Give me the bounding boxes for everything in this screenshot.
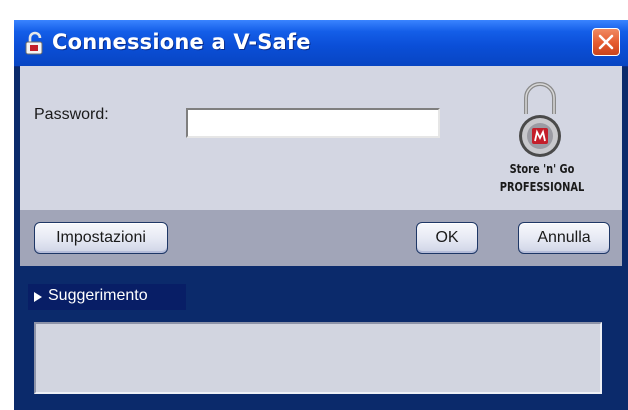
- cancel-button[interactable]: Annulla: [518, 222, 610, 254]
- ok-button[interactable]: OK: [416, 222, 478, 254]
- window-title: Connessione a V-Safe: [52, 30, 311, 54]
- brand-name: Store 'n' Go: [509, 162, 575, 176]
- settings-button[interactable]: Impostazioni: [34, 222, 168, 254]
- button-bar: Impostazioni OK Annulla: [20, 210, 622, 266]
- title-bar[interactable]: Connessione a V-Safe: [14, 20, 628, 67]
- lock-app-icon: [25, 31, 43, 55]
- padlock-logo-icon: [519, 82, 561, 157]
- password-label: Password:: [34, 106, 109, 123]
- close-icon: [598, 34, 614, 50]
- triangle-right-icon: [34, 292, 42, 302]
- brand-edition: PROFESSIONAL: [499, 180, 585, 194]
- hint-label: Suggerimento: [48, 287, 148, 304]
- close-button[interactable]: [592, 28, 620, 56]
- credentials-panel: Password: Store 'n' Go PROFESSIONAL: [20, 66, 622, 210]
- hint-text-area: [34, 322, 602, 394]
- login-dialog: Connessione a V-Safe Password: Store 'n'…: [14, 20, 628, 410]
- password-input[interactable]: [186, 108, 440, 138]
- hint-toggle[interactable]: Suggerimento: [28, 284, 186, 310]
